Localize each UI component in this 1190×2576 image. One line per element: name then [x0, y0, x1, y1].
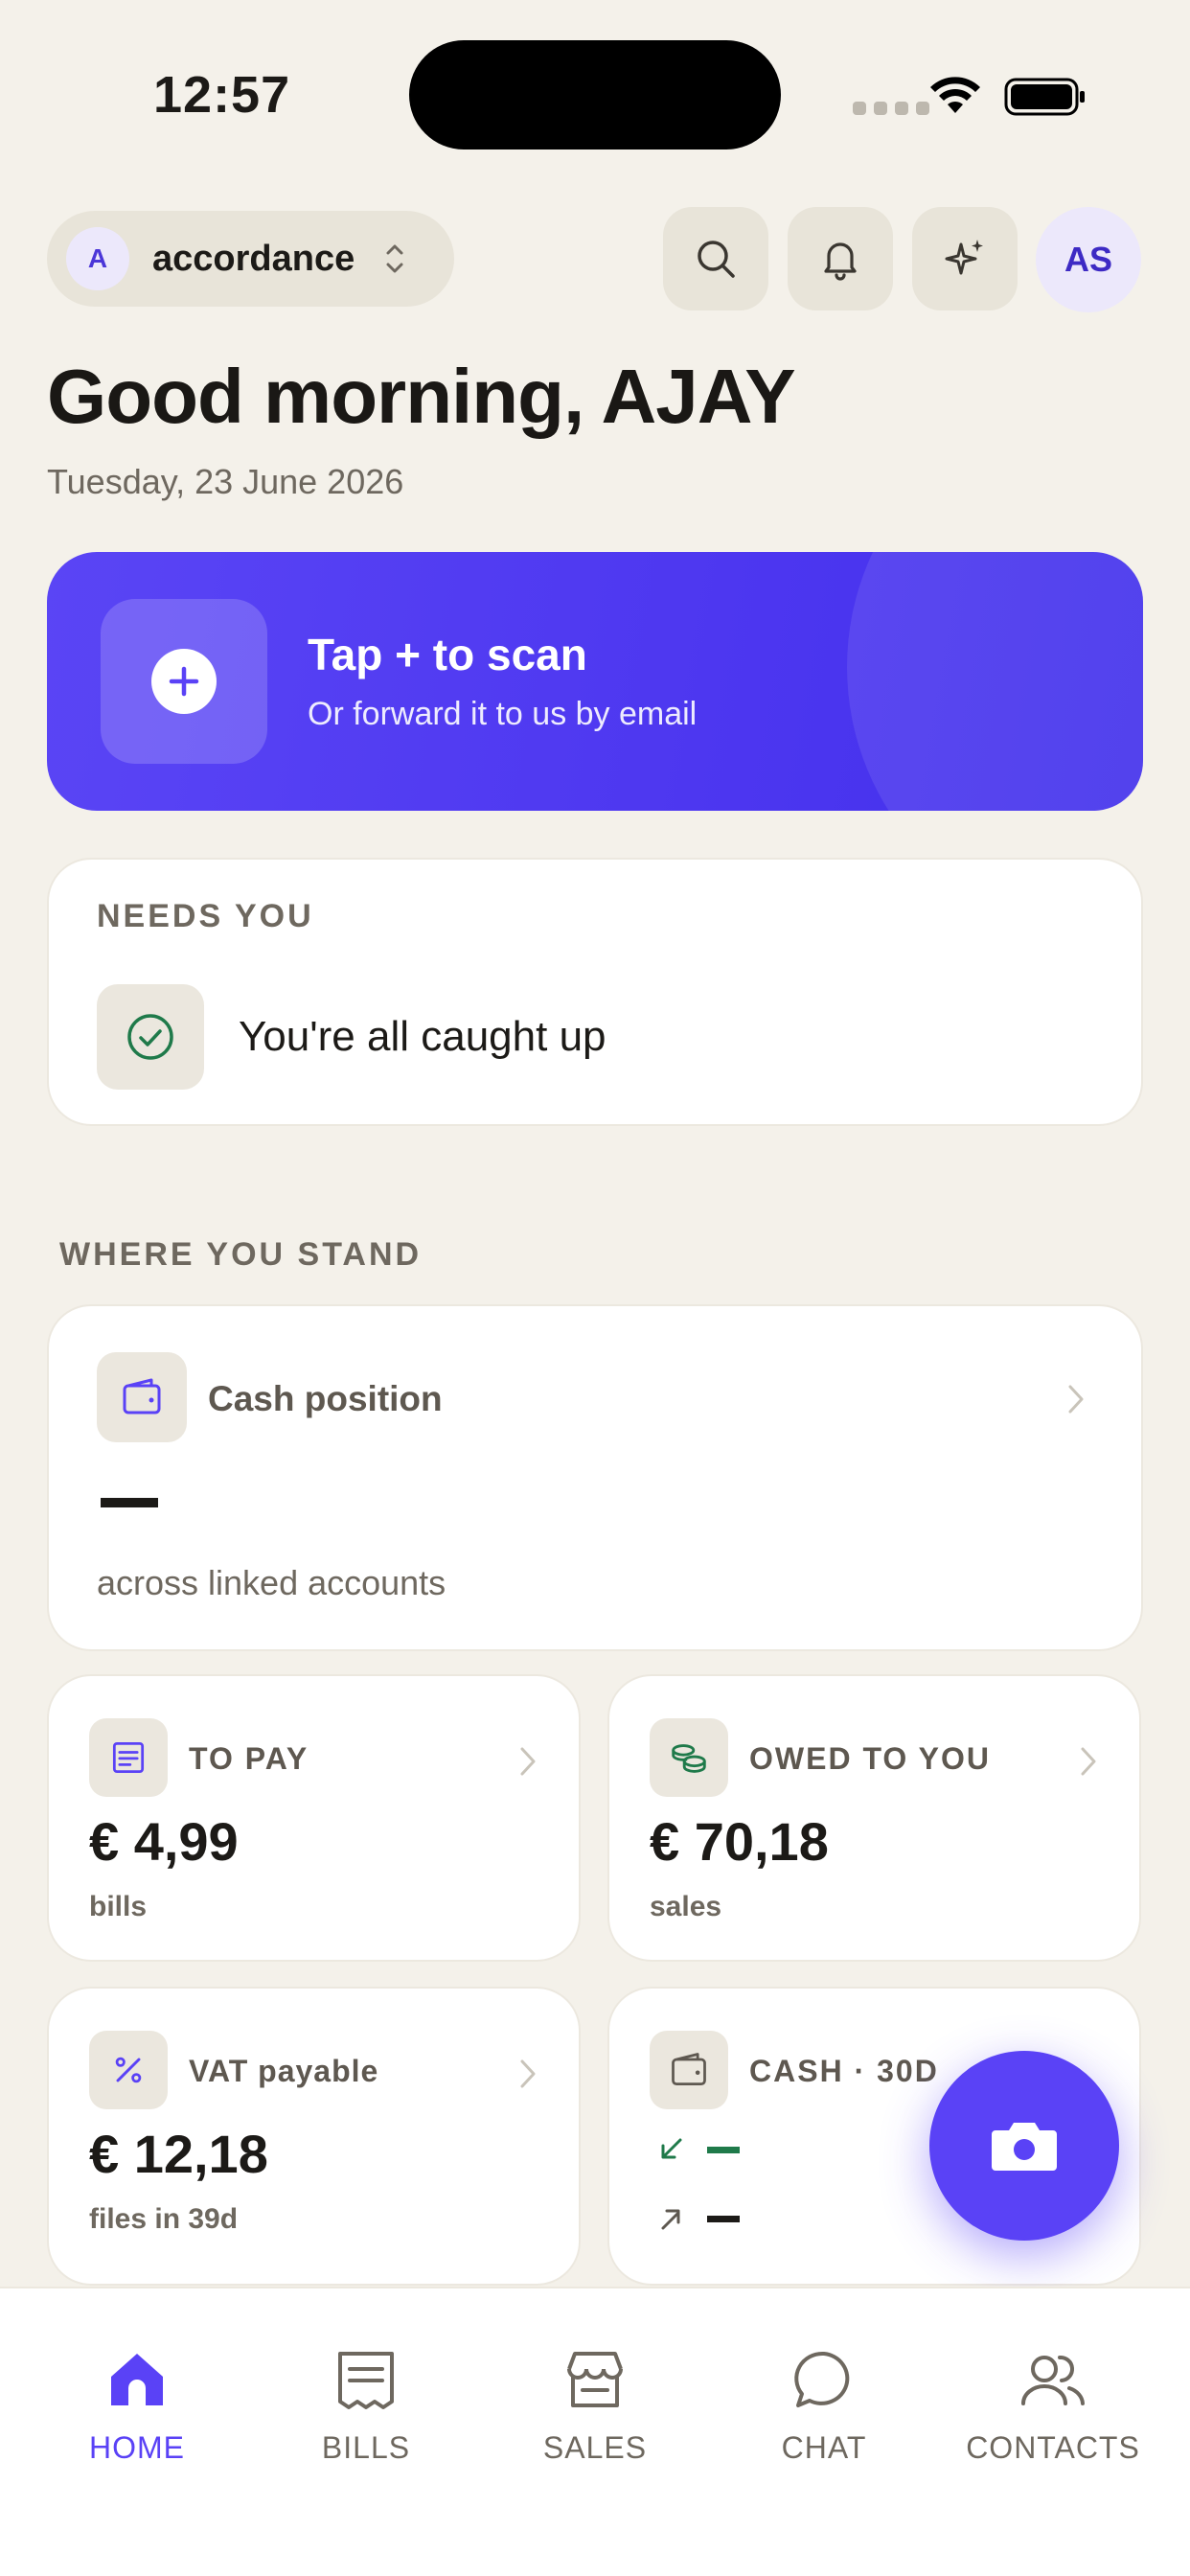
- home-screen: 12:57 A accordance AS Good morning, AJAY…: [0, 0, 1190, 2576]
- scan-subtitle: Or forward it to us by email: [308, 696, 698, 732]
- cash-inflow-row: —: [655, 2134, 740, 2165]
- contacts-icon: [1021, 2355, 1085, 2405]
- owed-to-you-title: OWED TO YOU: [749, 1741, 991, 1776]
- tab-label: CHAT: [781, 2430, 867, 2465]
- store-icon: [567, 2352, 623, 2407]
- tab-bills[interactable]: BILLS: [256, 2348, 476, 2466]
- wallet-icon: [97, 1352, 187, 1442]
- home-icon: [111, 2354, 163, 2405]
- decorative-circle: [847, 552, 1143, 811]
- status-bar: 12:57: [0, 0, 1190, 192]
- cash-outflow-value: —: [707, 2215, 740, 2222]
- to-pay-title: TO PAY: [189, 1741, 309, 1776]
- tab-home[interactable]: HOME: [27, 2348, 247, 2466]
- dynamic-island: [409, 40, 781, 150]
- receipt-icon: [338, 2352, 394, 2409]
- owed-to-you-subtitle: sales: [650, 1891, 722, 1922]
- to-pay-card[interactable]: TO PAY € 4,99 bills: [47, 1674, 581, 1962]
- vat-payable-amount: € 12,18: [89, 2124, 268, 2184]
- cash-position-value: —: [101, 1498, 158, 1507]
- plus-icon: [151, 649, 217, 714]
- scan-plus-button[interactable]: [101, 599, 267, 764]
- bell-icon: [824, 242, 857, 281]
- cellular-signal-icon: [853, 102, 929, 115]
- sparkle-icon: [945, 240, 983, 275]
- current-date: Tuesday, 23 June 2026: [47, 462, 404, 501]
- scan-title: Tap + to scan: [308, 630, 587, 679]
- needs-you-card: NEEDS YOU You're all caught up: [47, 858, 1143, 1126]
- chevron-right-icon: [1081, 1747, 1096, 1776]
- camera-icon: [992, 2123, 1057, 2171]
- caught-up-message: You're all caught up: [239, 1013, 606, 1060]
- search-icon: [698, 241, 735, 278]
- status-time: 12:57: [153, 66, 291, 124]
- cash-inflow-value: —: [707, 2146, 740, 2153]
- cash-position-card[interactable]: Cash position — across linked accounts: [47, 1304, 1143, 1651]
- receipt-icon: [89, 1718, 168, 1797]
- check-circle-icon: [97, 984, 204, 1090]
- tab-label: BILLS: [321, 2430, 411, 2465]
- bottom-tab-bar: HOME BILLS SALES CHAT CONTACTS: [0, 2287, 1190, 2576]
- to-pay-subtitle: bills: [89, 1891, 148, 1922]
- greeting-title: Good morning, AJAY: [47, 354, 796, 439]
- vat-payable-card[interactable]: VAT payable € 12,18 files in 39d: [47, 1987, 581, 2286]
- ai-assistant-button[interactable]: [912, 207, 1018, 310]
- notifications-button[interactable]: [788, 207, 893, 310]
- percent-icon: [89, 2031, 168, 2109]
- search-button[interactable]: [663, 207, 768, 310]
- chevron-right-icon: [1068, 1385, 1084, 1414]
- user-avatar[interactable]: AS: [1036, 207, 1141, 312]
- coins-icon: [650, 1718, 728, 1797]
- cash-outflow-row: —: [655, 2203, 740, 2234]
- cash-position-subtitle: across linked accounts: [97, 1563, 446, 1602]
- to-pay-amount: € 4,99: [89, 1811, 239, 1872]
- owed-to-you-card[interactable]: OWED TO YOU € 70,18 sales: [607, 1674, 1141, 1962]
- organization-switcher[interactable]: A accordance: [47, 211, 454, 307]
- tab-label: HOME: [89, 2430, 185, 2465]
- where-you-stand-label: WHERE YOU STAND: [59, 1236, 423, 1273]
- vat-payable-title: VAT payable: [189, 2054, 379, 2088]
- chat-icon: [794, 2351, 850, 2407]
- camera-scan-fab[interactable]: [929, 2051, 1119, 2241]
- org-name: accordance: [152, 238, 355, 279]
- chevron-up-down-icon: [386, 244, 403, 273]
- cash-30d-title: CASH · 30D: [749, 2054, 939, 2088]
- tab-label: CONTACTS: [966, 2430, 1140, 2465]
- needs-you-label: NEEDS YOU: [97, 898, 314, 934]
- vat-payable-subtitle: files in 39d: [89, 2203, 239, 2235]
- wallet-icon: [650, 2031, 728, 2109]
- arrow-up-right-icon: [661, 2209, 680, 2230]
- battery-icon: [1004, 78, 1085, 116]
- tab-contacts[interactable]: CONTACTS: [943, 2348, 1163, 2466]
- tab-chat[interactable]: CHAT: [714, 2348, 934, 2466]
- org-avatar: A: [66, 227, 129, 290]
- chevron-right-icon: [520, 1747, 536, 1776]
- chevron-right-icon: [520, 2059, 536, 2088]
- owed-to-you-amount: € 70,18: [650, 1811, 829, 1872]
- wifi-icon: [930, 77, 980, 113]
- tab-sales[interactable]: SALES: [485, 2348, 705, 2466]
- cash-position-title: Cash position: [208, 1379, 443, 1418]
- scan-document-card[interactable]: Tap + to scan Or forward it to us by ema…: [47, 552, 1143, 811]
- tab-label: SALES: [542, 2430, 648, 2465]
- arrow-down-left-icon: [661, 2138, 682, 2159]
